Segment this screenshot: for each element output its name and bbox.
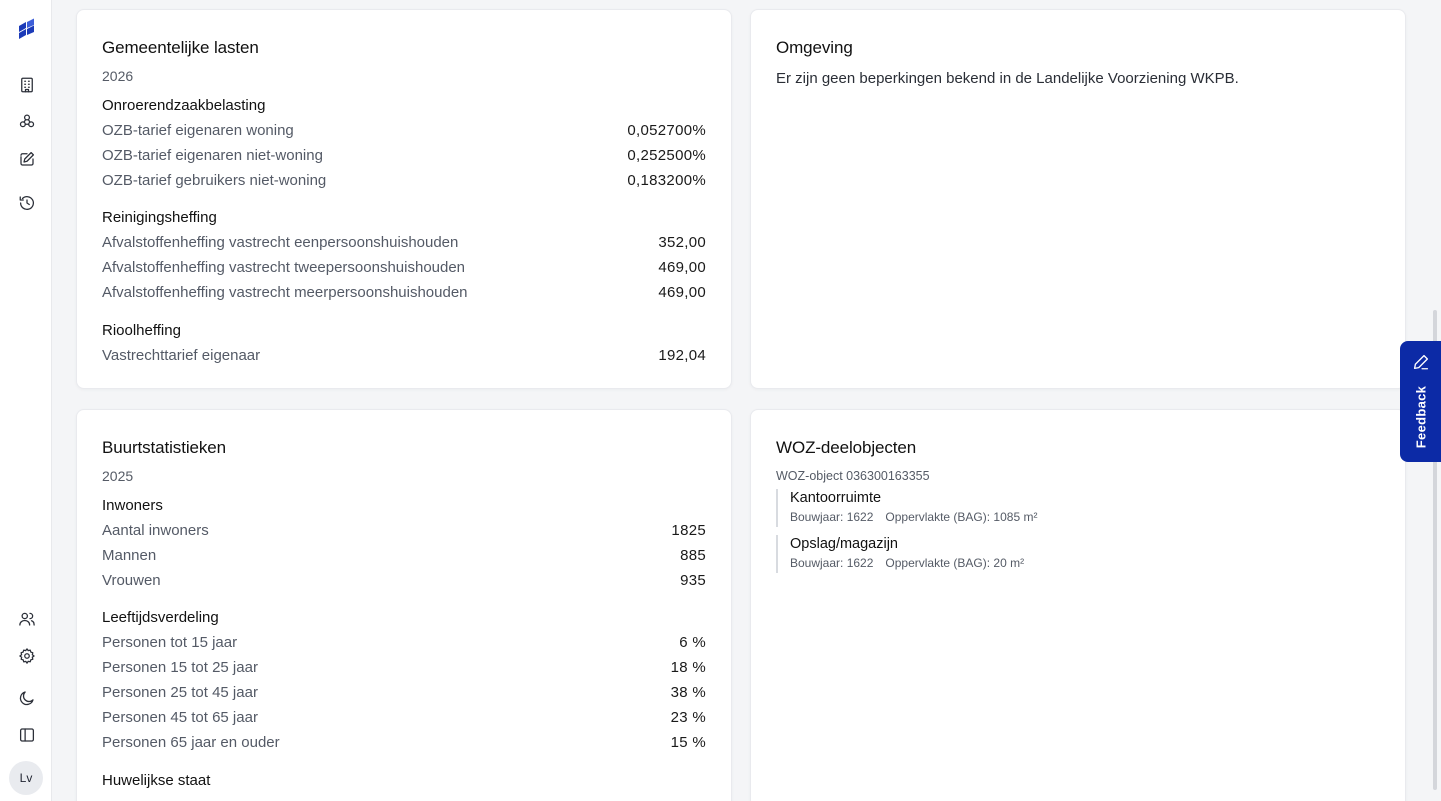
card-title: WOZ-deelobjecten — [776, 438, 917, 457]
woz-item-meta: Bouwjaar: 1622 Oppervlakte (BAG): 20 m² — [790, 556, 1036, 570]
row-label: OZB-tarief gebruikers niet-woning — [102, 172, 327, 189]
buurtstatistieken-card: Buurtstatistieken 2025 Inwoners Aantal i… — [76, 409, 732, 801]
avatar[interactable]: Lv — [9, 761, 43, 795]
building-icon[interactable] — [14, 72, 40, 98]
table-row: Personen 15 tot 25 jaar 18 % — [102, 659, 706, 679]
row-value: 38 % — [670, 684, 706, 701]
gemeentelijke-lasten-card: Gemeentelijke lasten 2026 Onroerendzaakb… — [76, 9, 732, 389]
woz-object-label: WOZ-object 036300163355 — [776, 469, 930, 483]
row-value: 0,052700% — [627, 122, 706, 139]
row-value: 6 % — [679, 634, 706, 651]
row-value: 885 — [680, 547, 706, 564]
row-label: Personen 65 jaar en ouder — [102, 734, 280, 751]
woz-item[interactable]: Opslag/magazijn Bouwjaar: 1622 Oppervlakt… — [776, 535, 1036, 573]
section-heading: Huwelijkse staat — [102, 772, 211, 789]
avatar-initials: Lv — [19, 771, 33, 785]
woz-item-meta: Bouwjaar: 1622 Oppervlakte (BAG): 1085 m² — [790, 510, 1049, 524]
row-value: 1825 — [671, 522, 706, 539]
table-row: Afvalstoffenheffing vastrecht eenpersoon… — [102, 234, 706, 254]
row-label: Personen tot 15 jaar — [102, 634, 238, 651]
gear-icon[interactable] — [14, 643, 40, 669]
section-heading: Inwoners — [102, 497, 163, 514]
card-title: Gemeentelijke lasten — [102, 38, 259, 57]
row-label: Afvalstoffenheffing vastrecht meerpersoo… — [102, 284, 468, 301]
table-row: Aantal inwoners 1825 — [102, 522, 706, 542]
row-label: Vrouwen — [102, 572, 161, 589]
row-value: 18 % — [670, 659, 706, 676]
woz-item-oppervlakte: Oppervlakte (BAG): 20 m² — [885, 556, 1025, 570]
omgeving-text: Er zijn geen beperkingen bekend in de La… — [776, 70, 1239, 87]
table-row: Personen 25 tot 45 jaar 38 % — [102, 684, 706, 704]
woz-deelobjecten-card: WOZ-deelobjecten WOZ-object 036300163355… — [750, 409, 1406, 801]
row-value: 0,252500% — [627, 147, 706, 164]
row-label: OZB-tarief eigenaren niet-woning — [102, 147, 323, 164]
table-row: Afvalstoffenheffing vastrecht tweepersoo… — [102, 259, 706, 279]
history-icon[interactable] — [14, 190, 40, 216]
woz-item-bouwjaar: Bouwjaar: 1622 — [790, 556, 874, 570]
feedback-label: Feedback — [1413, 385, 1428, 449]
table-row: Mannen 885 — [102, 547, 706, 567]
year-label: 2025 — [102, 468, 134, 484]
app-logo-icon[interactable] — [16, 18, 38, 40]
row-value: 192,04 — [658, 347, 706, 364]
edit-icon[interactable] — [14, 146, 40, 172]
row-value: 469,00 — [658, 284, 706, 301]
sidebar-toggle-icon[interactable] — [14, 722, 40, 748]
row-value: 0,183200% — [627, 172, 706, 189]
table-row: OZB-tarief eigenaren niet-woning 0,25250… — [102, 147, 706, 167]
table-row: Personen tot 15 jaar 6 % — [102, 634, 706, 654]
table-row: OZB-tarief eigenaren woning 0,052700% — [102, 122, 706, 142]
section-heading: Onroerendzaakbelasting — [102, 97, 266, 114]
row-label: Vastrechttarief eigenaar — [102, 347, 261, 364]
card-title: Buurtstatistieken — [102, 438, 226, 457]
table-row: Personen 45 tot 65 jaar 23 % — [102, 709, 706, 729]
row-label: Afvalstoffenheffing vastrecht tweepersoo… — [102, 259, 466, 276]
omgeving-card: Omgeving Er zijn geen beperkingen bekend… — [750, 9, 1406, 389]
row-label: Personen 15 tot 25 jaar — [102, 659, 258, 676]
table-row: Personen 65 jaar en ouder 15 % — [102, 734, 706, 754]
row-label: Personen 45 tot 65 jaar — [102, 709, 258, 726]
row-label: Mannen — [102, 547, 157, 564]
woz-item-name: Kantoorruimte — [790, 490, 882, 506]
row-label: Personen 25 tot 45 jaar — [102, 684, 258, 701]
row-label: Afvalstoffenheffing vastrecht eenpersoon… — [102, 234, 459, 251]
section-heading: Rioolheffing — [102, 322, 181, 339]
feedback-button[interactable]: Feedback — [1400, 341, 1441, 462]
users-icon[interactable] — [14, 606, 40, 632]
pencil-icon — [1413, 354, 1429, 370]
card-title: Omgeving — [776, 38, 853, 57]
row-value: 935 — [680, 572, 706, 589]
woz-item-oppervlakte: Oppervlakte (BAG): 1085 m² — [885, 510, 1038, 524]
section-heading: Leeftijdsverdeling — [102, 609, 219, 626]
table-row: Vrouwen 935 — [102, 572, 706, 592]
row-value: 15 % — [670, 734, 706, 751]
table-row: OZB-tarief gebruikers niet-woning 0,1832… — [102, 172, 706, 192]
year-label: 2026 — [102, 68, 134, 84]
row-value: 469,00 — [658, 259, 706, 276]
row-label: OZB-tarief eigenaren woning — [102, 122, 294, 139]
woz-item-name: Opslag/magazijn — [790, 536, 898, 552]
section-heading: Reinigingsheffing — [102, 209, 217, 226]
woz-item-bouwjaar: Bouwjaar: 1622 — [790, 510, 874, 524]
network-icon[interactable] — [14, 109, 40, 135]
row-value: 23 % — [670, 709, 706, 726]
woz-item[interactable]: Kantoorruimte Bouwjaar: 1622 Oppervlakte … — [776, 489, 1049, 527]
table-row: Vastrechttarief eigenaar 192,04 — [102, 347, 706, 367]
sidebar: Lv — [0, 0, 52, 801]
moon-icon[interactable] — [14, 685, 40, 711]
table-row: Afvalstoffenheffing vastrecht meerpersoo… — [102, 284, 706, 304]
row-value: 352,00 — [658, 234, 706, 251]
row-label: Aantal inwoners — [102, 522, 209, 539]
